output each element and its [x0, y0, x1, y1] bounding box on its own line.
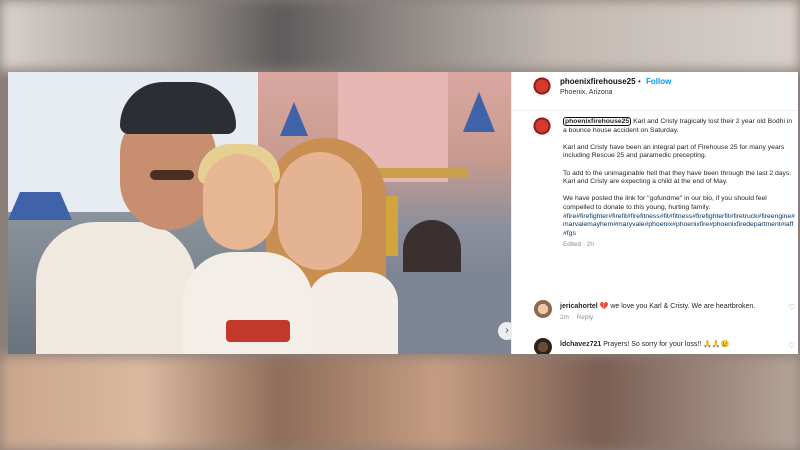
- caption-avatar[interactable]: [532, 116, 552, 136]
- comment-like-heart-icon[interactable]: ♡: [788, 341, 795, 350]
- post-side-panel: phoenixfirehouse25 • Follow Phoenix, Ari…: [511, 72, 798, 354]
- comment-time: 2m: [560, 314, 569, 321]
- blurred-background-top: [0, 0, 800, 70]
- post-location[interactable]: Phoenix, Arizona: [560, 89, 613, 96]
- photo-man-cap: [120, 82, 236, 134]
- caption-meta: Edited · 2h: [563, 241, 594, 249]
- post-photo[interactable]: ›: [8, 72, 511, 354]
- comment-text: 💔 we love you Karl & Cristy. We are hear…: [599, 303, 756, 310]
- photo-man-shirt: [36, 222, 196, 354]
- photo-child-shirt-print: [226, 320, 290, 342]
- follow-button[interactable]: Follow: [646, 77, 671, 86]
- caption-username[interactable]: phoenixfirehouse25: [563, 117, 632, 126]
- post-header: phoenixfirehouse25 • Follow Phoenix, Ari…: [512, 72, 798, 111]
- comment-item: jericahortel 💔 we love you Karl & Cristy…: [560, 302, 790, 321]
- photo-tower-spire: [280, 102, 308, 136]
- comment-username[interactable]: jericahortel: [560, 303, 598, 310]
- caption-paragraph-2: Karl and Cristy have been an integral pa…: [563, 143, 785, 160]
- caption-paragraph-4: We have posted the link for "gofundme" i…: [563, 195, 767, 211]
- photo-tower-spire-right: [463, 92, 495, 132]
- photo-man-mustache: [150, 170, 194, 180]
- photo-woman-face: [278, 152, 362, 270]
- post-username[interactable]: phoenixfirehouse25: [560, 77, 636, 86]
- photo-woman-shirt: [308, 272, 398, 354]
- photo-tower-left: [8, 192, 72, 220]
- caption-hashtags[interactable]: #fire#firefighter#firefit#firefitness#fi…: [563, 213, 795, 239]
- header-separator: •: [638, 77, 641, 86]
- comment-item: ldchavez721 Prayers! So sorry for your l…: [560, 340, 790, 348]
- comment-text: Prayers! So sorry for your loss!! 🙏🙏😢: [603, 341, 730, 348]
- caption-paragraph-3: To add to the unimaginable hell that the…: [563, 169, 792, 186]
- comment-like-heart-icon[interactable]: ♡: [788, 303, 795, 312]
- blurred-background-bottom: [0, 356, 800, 450]
- comment-avatar[interactable]: [534, 300, 552, 318]
- photo-castle-arch: [403, 220, 461, 280]
- photo-child-face: [203, 154, 275, 250]
- instagram-post: › phoenixfirehouse25 • Follow Phoenix, A…: [8, 72, 798, 354]
- comment-reply-button[interactable]: Reply: [577, 314, 593, 321]
- post-caption: phoenixfirehouse25 Karl and Cristy tragi…: [563, 117, 795, 250]
- comment-avatar[interactable]: [534, 338, 552, 354]
- profile-avatar[interactable]: [532, 76, 552, 96]
- next-photo-button[interactable]: ›: [498, 322, 511, 340]
- photo-banner-gold: [386, 196, 398, 256]
- comment-username[interactable]: ldchavez721: [560, 341, 601, 348]
